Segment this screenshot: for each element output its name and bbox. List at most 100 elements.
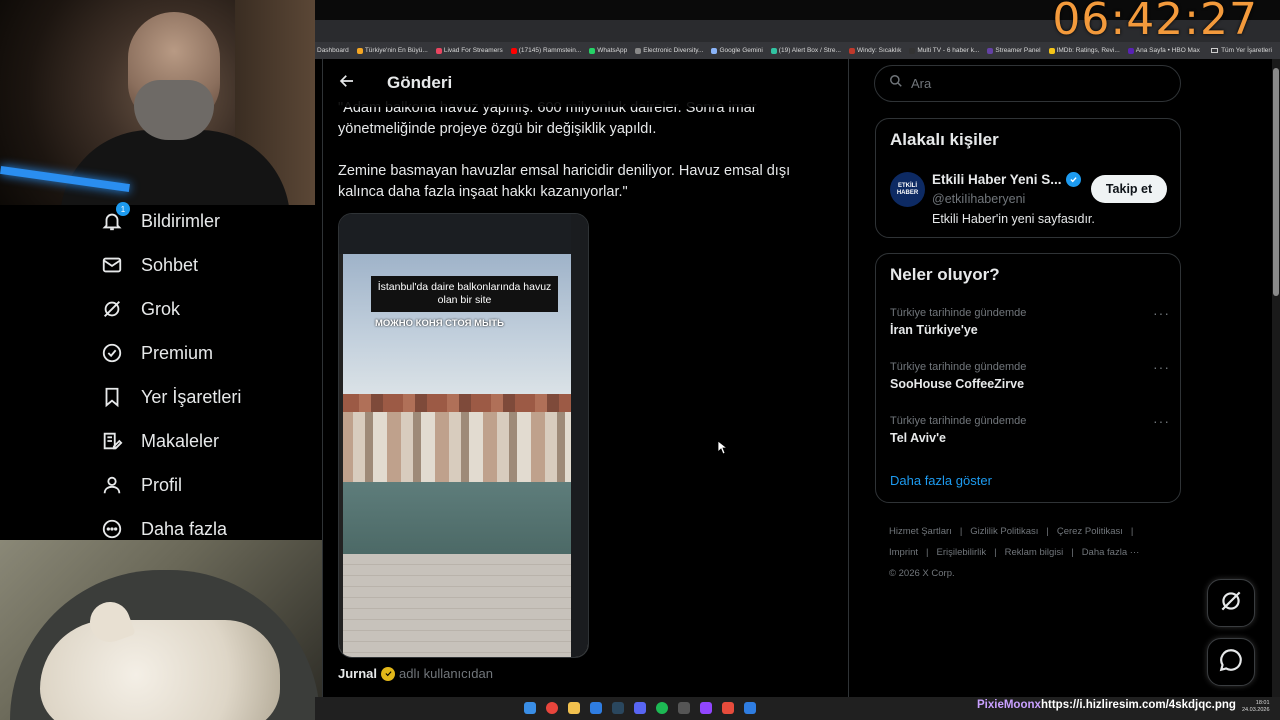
verified-icon [1065,172,1081,187]
grok-icon [100,297,124,321]
card-title: Neler oluyor? [890,265,1000,284]
post-text-line: Zemine basmayan havuzlar emsal haricidir… [338,163,791,179]
scrollbar-thumb[interactable] [1273,68,1279,296]
envelope-icon [100,253,124,277]
show-more-link[interactable]: Daha fazla göster [890,473,992,488]
trend-name: İran Türkiye'ye [890,323,978,337]
bookmark-item[interactable]: WhatsApp [587,47,633,54]
app-icon[interactable] [590,702,602,714]
bookmark-label: Ana Sayfa • HBO Max [1135,47,1200,54]
bookmark-item[interactable]: (19) Alert Box / Stre... [769,47,847,54]
nav-messages[interactable]: Sohbet [100,249,198,281]
bookmark-item[interactable]: Livad For Streamers [434,47,509,54]
bookmark-favicon-icon [435,47,442,54]
bookmark-label: (17145) Rammstein... [518,47,582,54]
nav-articles[interactable]: Makaleler [100,425,219,457]
attribution-suffix: adlı kullanıcıdan [399,666,493,681]
app-icon[interactable] [678,702,690,714]
bookmark-item[interactable]: Ana Sayfa • HBO Max [1126,47,1206,54]
bookmark-item[interactable]: Windy: Sıcaklık [847,47,907,54]
more-dots-icon[interactable]: ··· [1153,305,1170,321]
trend-item[interactable]: Türkiye tarihinde gündemde Tel Aviv'e ··… [890,413,1170,445]
bookmark-item[interactable]: Multi TV - 6 haber k... [907,47,985,54]
arrow-left-icon [338,72,356,95]
bookmark-item[interactable]: Streamer Panel [985,47,1046,54]
bookmark-favicon-icon [635,47,642,54]
bookmark-item[interactable]: Dashboard [315,47,355,54]
footer-row: Hizmet Şartları | Gizlilik Politikası | Çere… [889,521,1179,542]
discord-icon[interactable] [634,702,646,714]
screen: Dashboard Türkiye'nin En Büyü... Livad For… [0,0,1280,720]
bookmark-favicon-icon [770,47,777,54]
video-caption: İstanbul'da daire balkonlarında havuz ol… [371,276,558,312]
bookmark-item[interactable]: (17145) Rammstein... [509,47,588,54]
trend-category: Türkiye tarihinde gündemde [890,361,1027,373]
grok-fab[interactable] [1207,579,1255,627]
bookmark-favicon-icon [1127,47,1134,54]
spotify-icon[interactable] [656,702,668,714]
footer-link[interactable]: Hizmet Şartları [889,526,952,537]
bookmark-favicon-icon [848,47,855,54]
bookmark-item[interactable]: Google Gemini [709,47,768,54]
bookmark-item[interactable]: Electronic Diversity... [633,47,709,54]
steam-icon[interactable] [612,702,624,714]
trend-name: Tel Aviv'e [890,431,947,445]
bookmark-label: Google Gemini [719,47,763,54]
nav-notifications[interactable]: 1 Bildirimler [100,202,220,237]
gold-verified-icon [381,666,396,681]
folder-icon[interactable] [568,702,580,714]
chrome-icon[interactable] [546,702,558,714]
footer-link[interactable]: Erişilebilirlik [937,547,987,558]
windows-start-icon[interactable] [524,702,536,714]
copyright: © 2026 X Corp. [889,568,955,579]
main-column: "Adam balkona havuz yapmış. 600 milyonlu… [323,59,848,699]
post-video[interactable]: İstanbul'da daire balkonlarında havuz ol… [338,213,589,658]
nav-profile[interactable]: Profil [100,469,182,501]
person-handle[interactable]: @etkiIihaberyeni [932,192,1025,206]
bookmark-item[interactable]: IMDb: Ratings, Revi... [1047,47,1126,54]
nav-premium[interactable]: Premium [100,337,213,369]
footer-link[interactable]: Imprint [889,547,918,558]
bookmark-label: Streamer Panel [995,47,1041,54]
bookmark-favicon-icon [909,47,916,54]
bookmark-label: Livad For Streamers [443,47,503,54]
more-dots-icon[interactable]: ··· [1153,413,1170,429]
bookmark-favicon-icon [987,47,994,54]
folder-icon [1211,48,1219,53]
article-edit-icon [100,429,124,453]
footer-link[interactable]: Çerez Politikası [1057,526,1123,537]
page-title: Gönderi [387,73,453,92]
bookmark-label: (19) Alert Box / Stre... [778,47,841,54]
system-time: 18:01 [1255,700,1270,706]
avatar[interactable]: ETKİLİ HABER [890,172,925,207]
messages-fab[interactable] [1207,638,1255,686]
stream-username: PixieMoonx [977,699,1041,711]
footer-link[interactable]: Reklam bilgisi [1005,547,1064,558]
search-input[interactable] [911,76,1151,91]
bookmark-label: IMDb: Ratings, Revi... [1056,47,1120,54]
nav-label: Yer İşaretleri [141,386,242,407]
bookmark-label: WhatsApp [597,47,628,54]
post-attribution[interactable]: Jurnal adlı kullanıcıdan [338,666,493,681]
app-icon[interactable] [744,702,756,714]
nav-bookmarks[interactable]: Yer İşaretleri [100,381,241,413]
footer-link[interactable]: Daha fazla ··· [1082,547,1140,558]
follow-button[interactable]: Takip et [1091,175,1167,203]
nav-grok[interactable]: Grok [100,293,180,325]
nav-label: Premium [141,342,214,363]
search-box[interactable] [874,65,1181,102]
trend-item[interactable]: Türkiye tarihinde gündemde SooHouse Coff… [890,359,1170,391]
twitch-icon[interactable] [700,702,712,714]
card-title: Alakalı kişiler [890,130,999,149]
back-button[interactable] [323,59,371,107]
post-text-line: kalınca daha fazla inşaat hakkı kazanıyo… [338,184,628,200]
person-name[interactable]: Etkili Haber Yeni S... [932,172,1081,187]
app-icon[interactable] [722,702,734,714]
footer-link[interactable]: Gizlilik Politikası [970,526,1038,537]
bookmark-label: Multi TV - 6 haber k... [917,47,980,54]
footer-separator: | [1130,526,1134,537]
more-dots-icon[interactable]: ··· [1153,359,1170,375]
bookmark-item[interactable]: Türkiye'nin En Büyü... [355,47,434,54]
stream-link: https://i.hizliresim.com/4skdjqc.png [1041,699,1236,711]
trend-item[interactable]: Türkiye tarihinde gündemde İran Türkiye'… [890,305,1170,337]
